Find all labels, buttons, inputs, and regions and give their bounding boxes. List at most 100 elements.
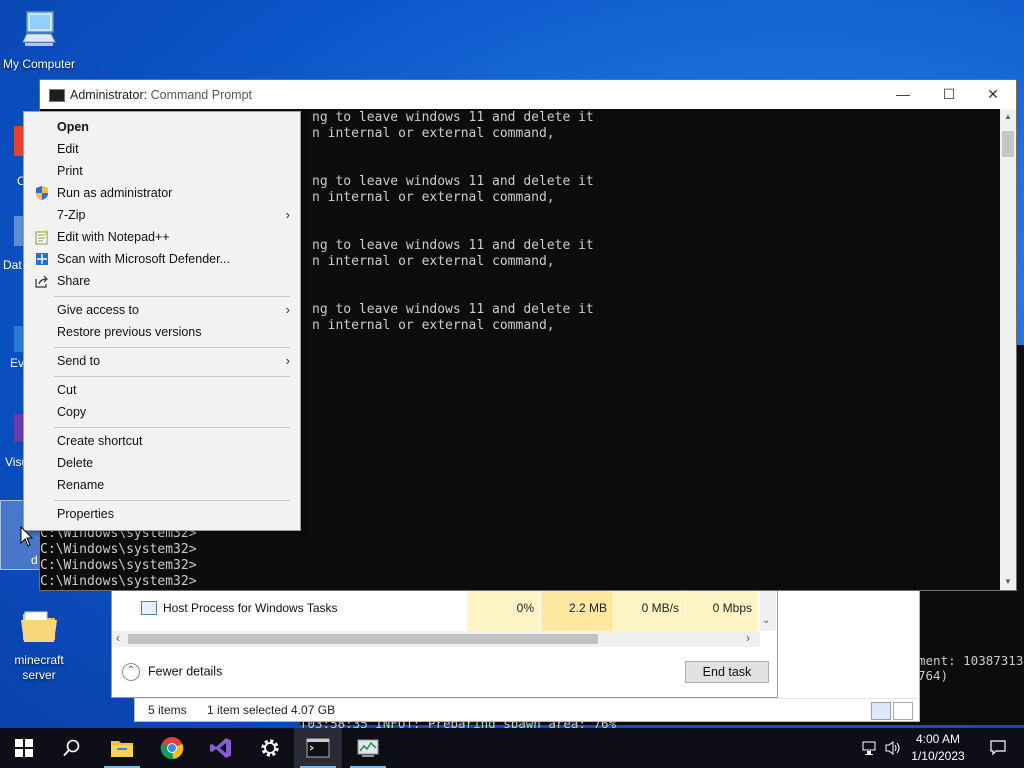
visual-studio-icon bbox=[210, 738, 231, 758]
title-bar[interactable]: Administrator: Command Prompt — ☐ ✕ bbox=[40, 80, 1016, 109]
console-line: n internal or external command, bbox=[312, 318, 555, 333]
command-prompt-icon bbox=[49, 89, 65, 102]
console-line: ng to leave windows 11 and delete it bbox=[312, 110, 594, 125]
console-line: ment: 10387313 bbox=[918, 653, 1024, 668]
desktop-icon-partial[interactable]: Ev bbox=[0, 320, 24, 380]
menu-item-cut[interactable]: Cut bbox=[24, 379, 300, 401]
clock-date: 1/10/2023 bbox=[911, 749, 965, 763]
console-prompt-line: C:\Windows\system32> bbox=[40, 558, 197, 573]
scrollbar-thumb[interactable] bbox=[128, 634, 598, 644]
settings-gear-icon bbox=[261, 739, 279, 757]
file-explorer-icon bbox=[111, 741, 133, 757]
taskbar-chrome[interactable] bbox=[148, 728, 196, 768]
taskbar-file-explorer[interactable] bbox=[98, 728, 146, 768]
menu-separator bbox=[54, 296, 290, 297]
chevron-up-icon[interactable]: ▲ bbox=[1000, 109, 1016, 125]
menu-item-copy[interactable]: Copy bbox=[24, 401, 300, 423]
memory-cell: 2.2 MB bbox=[541, 591, 613, 631]
system-clock[interactable]: 4:00 AM 1/10/2023 bbox=[908, 731, 968, 765]
menu-item-delete[interactable]: Delete bbox=[24, 452, 300, 474]
menu-item-print[interactable]: Print bbox=[24, 160, 300, 182]
menu-item-create-shortcut[interactable]: Create shortcut bbox=[24, 430, 300, 452]
taskbar: 4:00 AM 1/10/2023 bbox=[0, 728, 1024, 768]
clock-time: 4:00 AM bbox=[915, 732, 961, 746]
taskbar-command-prompt[interactable] bbox=[294, 728, 342, 768]
task-manager-window[interactable]: Host Process for Windows Tasks 0% 2.2 MB… bbox=[111, 590, 778, 698]
console-prompt-line: C:\Windows\system32> bbox=[40, 542, 197, 557]
chevron-right-icon: › bbox=[285, 302, 290, 317]
taskbar-settings[interactable] bbox=[246, 728, 294, 768]
volume-icon[interactable] bbox=[884, 740, 902, 756]
menu-item-give-access-to[interactable]: Give access to › bbox=[24, 299, 300, 321]
process-icon bbox=[141, 601, 157, 615]
minimize-button[interactable]: — bbox=[880, 80, 926, 109]
menu-item-scan-with-defender[interactable]: Scan with Microsoft Defender... bbox=[24, 248, 300, 270]
process-name: Host Process for Windows Tasks bbox=[163, 601, 338, 615]
window-title: Administrator: Command Prompt bbox=[70, 88, 253, 102]
chevron-left-icon[interactable]: ‹ bbox=[116, 631, 120, 645]
menu-item-send-to[interactable]: Send to › bbox=[24, 350, 300, 372]
desktop-icon-label: My Computer bbox=[2, 57, 76, 71]
desktop-icon-my-computer[interactable]: My Computer bbox=[0, 8, 78, 71]
menu-item-run-as-administrator[interactable]: Run as administrator bbox=[24, 182, 300, 204]
console-line: ng to leave windows 11 and delete it bbox=[312, 174, 594, 189]
disk-cell: 0 MB/s bbox=[614, 591, 685, 631]
computer-icon bbox=[22, 11, 56, 46]
taskbar-visual-studio[interactable] bbox=[197, 728, 245, 768]
desktop-icon-partial[interactable]: Visu bbox=[0, 410, 28, 470]
vertical-scrollbar[interactable]: ⌄ bbox=[760, 591, 776, 631]
network-cell: 0 Mbps bbox=[686, 591, 758, 631]
chevron-right-icon: › bbox=[285, 353, 290, 368]
folder-icon bbox=[21, 611, 57, 642]
table-row[interactable]: Host Process for Windows Tasks 0% 2.2 MB… bbox=[112, 591, 760, 631]
mouse-cursor-icon bbox=[20, 526, 34, 547]
desktop-icon-minecraft-server[interactable]: minecraft server bbox=[0, 604, 78, 683]
desktop-icon-partial[interactable]: C bbox=[0, 120, 26, 190]
cpu-cell: 0% bbox=[467, 591, 540, 631]
chrome-icon bbox=[160, 737, 184, 760]
chevron-up-icon: ⌃ bbox=[122, 663, 140, 681]
menu-separator bbox=[54, 427, 290, 428]
chevron-right-icon: › bbox=[285, 207, 290, 222]
chevron-down-icon[interactable]: ▼ bbox=[1000, 574, 1016, 590]
large-icons-view-icon[interactable] bbox=[893, 702, 913, 720]
fewer-details-button[interactable]: ⌃ Fewer details bbox=[122, 663, 222, 681]
menu-item-edit-with-notepadpp[interactable]: Edit with Notepad++ bbox=[24, 226, 300, 248]
menu-item-restore-previous-versions[interactable]: Restore previous versions bbox=[24, 321, 300, 343]
details-view-icon[interactable] bbox=[871, 702, 891, 720]
network-icon[interactable] bbox=[862, 740, 880, 756]
desktop-icon-label: minecraft server bbox=[14, 653, 64, 682]
menu-item-share[interactable]: Share bbox=[24, 270, 300, 292]
chevron-down-icon[interactable]: ⌄ bbox=[762, 615, 770, 626]
menu-separator bbox=[54, 376, 290, 377]
context-menu: Open Edit Print Run as administrator 7-Z… bbox=[23, 111, 301, 531]
console-line: n internal or external command, bbox=[312, 190, 555, 205]
search-button[interactable] bbox=[48, 728, 96, 768]
menu-separator bbox=[54, 500, 290, 501]
menu-item-7zip[interactable]: 7-Zip › bbox=[24, 204, 300, 226]
task-manager-icon bbox=[357, 739, 379, 757]
close-button[interactable]: ✕ bbox=[970, 80, 1016, 109]
desktop-icon-partial[interactable]: Dat bbox=[0, 210, 24, 280]
start-button[interactable] bbox=[0, 728, 48, 768]
notification-center-button[interactable] bbox=[978, 728, 1018, 768]
menu-item-open[interactable]: Open bbox=[24, 116, 300, 138]
taskbar-task-manager[interactable] bbox=[344, 728, 392, 768]
scrollbar-thumb[interactable] bbox=[1002, 131, 1014, 157]
console-line: ng to leave windows 11 and delete it bbox=[312, 238, 594, 253]
status-items-count: 5 items bbox=[148, 703, 187, 717]
console-prompt-line: C:\Windows\system32> bbox=[40, 574, 197, 589]
chevron-right-icon[interactable]: › bbox=[746, 631, 750, 645]
menu-item-rename[interactable]: Rename bbox=[24, 474, 300, 496]
horizontal-scrollbar[interactable]: ‹ › bbox=[112, 631, 760, 647]
shield-icon bbox=[36, 186, 48, 200]
menu-item-edit[interactable]: Edit bbox=[24, 138, 300, 160]
notification-icon bbox=[990, 740, 1006, 756]
command-prompt-icon bbox=[306, 738, 330, 758]
console-line: ng to leave windows 11 and delete it bbox=[312, 302, 594, 317]
console-line: 764) bbox=[918, 668, 949, 683]
vertical-scrollbar[interactable]: ▲ ▼ bbox=[1000, 109, 1016, 590]
menu-item-properties[interactable]: Properties bbox=[24, 503, 300, 525]
maximize-button[interactable]: ☐ bbox=[926, 80, 972, 109]
end-task-button[interactable]: End task bbox=[685, 661, 769, 683]
